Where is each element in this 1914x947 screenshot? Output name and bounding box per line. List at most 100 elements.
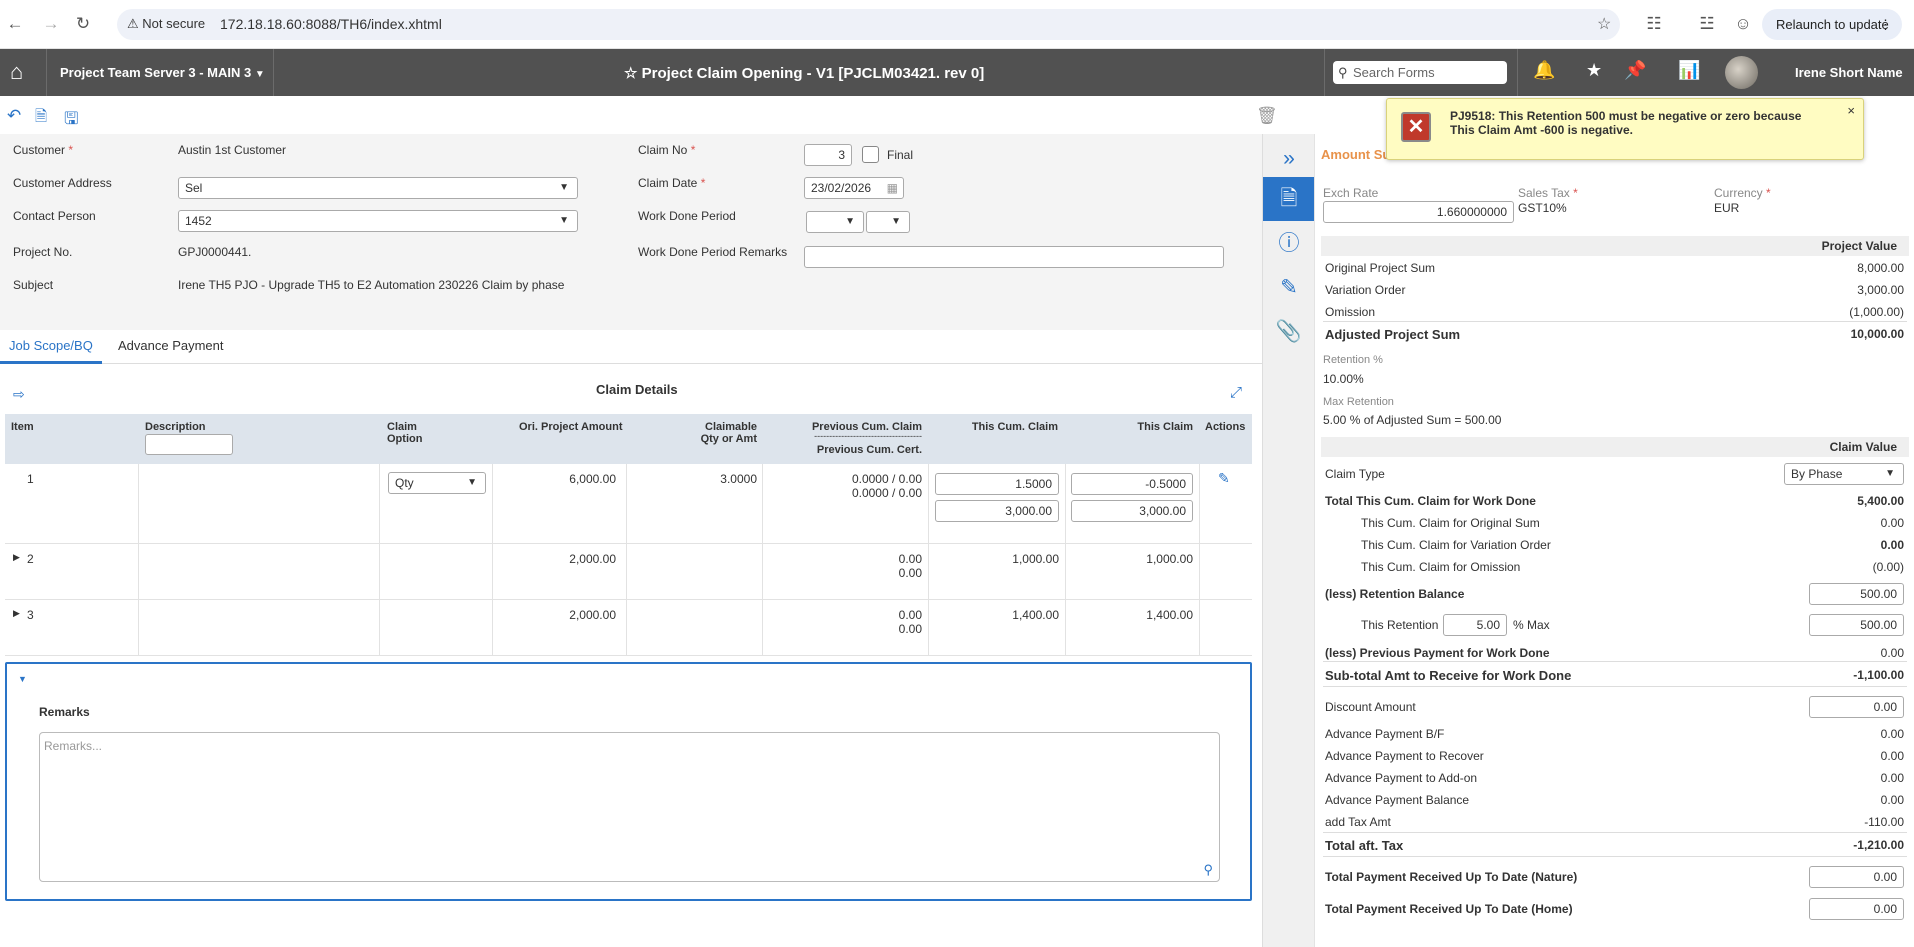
claim-date-value: 23/02/2026 <box>811 181 872 195</box>
col-claimable-1: Claimable <box>705 421 757 433</box>
row-ori-amount: 2,000.00 <box>569 608 616 622</box>
received-home-input[interactable]: 0.00 <box>1809 898 1904 920</box>
remarks-textarea[interactable]: Remarks... ⚲ <box>39 732 1220 882</box>
col-description: Description <box>145 421 206 433</box>
tab-bar: Job Scope/BQ Advance Payment <box>0 330 1262 364</box>
work-done-period-remarks-input[interactable] <box>804 246 1224 268</box>
prev-payment-value: 0.00 <box>1880 646 1904 660</box>
search-forms-input[interactable]: ⚲ Search Forms <box>1333 61 1507 84</box>
customer-address-select[interactable]: Sel ▼ <box>178 177 578 199</box>
chart-icon[interactable]: 📊 <box>1678 60 1700 81</box>
collapse-panel-icon[interactable]: » <box>1263 137 1315 181</box>
amount-summary-icon[interactable]: 🗎 <box>1263 177 1315 221</box>
bookmark-star-icon[interactable]: ☆ <box>1597 14 1611 34</box>
forward-icon[interactable]: → <box>40 13 62 35</box>
extensions-icon[interactable]: ☳ <box>1696 13 1718 35</box>
subtotal-value: -1,100.00 <box>1853 668 1904 682</box>
tab-job-scope[interactable]: Job Scope/BQ <box>0 330 102 364</box>
address-bar[interactable]: ⚠ Not secure 172.18.18.60:8088/TH6/index… <box>117 9 1620 40</box>
retention-balance-input[interactable]: 500.00 <box>1809 583 1904 605</box>
claim-date-input[interactable]: 23/02/2026 ▦ <box>804 177 904 199</box>
tab-advance-payment[interactable]: Advance Payment <box>109 330 233 364</box>
reload-icon[interactable]: ↻ <box>72 13 94 35</box>
calendar-icon[interactable]: ▦ <box>887 178 898 198</box>
export-icon[interactable]: ⇨ <box>13 386 25 403</box>
cum-omission-label: This Cum. Claim for Omission <box>1361 560 1521 574</box>
exch-rate-label: Exch Rate <box>1323 186 1379 200</box>
expand-row-icon[interactable]: ▶ <box>13 608 20 619</box>
expand-row-icon[interactable]: ▶ <box>13 552 20 563</box>
info-icon[interactable]: ⓘ <box>1263 222 1315 266</box>
this-cum-amt-input[interactable]: 3,000.00 <box>935 500 1059 522</box>
this-claim-qty-input[interactable]: -0.5000 <box>1071 473 1193 495</box>
claim-details-title: Claim Details <box>596 382 678 397</box>
favorite-star-icon[interactable]: ☆ <box>624 65 637 82</box>
chevron-down-icon: ▼ <box>467 477 477 488</box>
claim-no-input[interactable]: 3 <box>804 144 852 166</box>
currency-value: EUR <box>1714 201 1740 215</box>
row-prev-claim: 0.0000 / 0.00 <box>851 472 922 486</box>
page-title-text: Project Claim Opening - V1 [PJCLM03421. … <box>641 65 985 82</box>
trash-icon[interactable]: 🗑 <box>1256 106 1278 126</box>
row-item: 3 <box>27 608 34 622</box>
search-icon[interactable]: ⚲ <box>1203 862 1213 878</box>
discount-input[interactable]: 0.00 <box>1809 696 1904 718</box>
save-icon[interactable]: 🖫 <box>64 106 78 135</box>
profile-icon[interactable]: ☺ <box>1732 13 1754 35</box>
undo-icon[interactable]: ↶ <box>7 106 21 126</box>
claim-value-header: Claim Value <box>1321 437 1909 457</box>
back-icon[interactable]: ← <box>4 13 26 35</box>
omission-label: Omission <box>1325 305 1376 319</box>
final-checkbox[interactable] <box>862 146 879 163</box>
description-filter-input[interactable] <box>145 434 233 455</box>
row-this-claim: 1,400.00 <box>1146 608 1193 622</box>
currency-label: Currency * <box>1714 186 1771 200</box>
work-period-from-select[interactable]: ▼ <box>806 211 864 233</box>
attachment-icon[interactable]: 📎 <box>1263 310 1315 354</box>
star-icon[interactable]: ★ <box>1586 60 1602 81</box>
add-tax-label: add Tax Amt <box>1325 815 1391 829</box>
server-label: Project Team Server 3 - MAIN 3 <box>60 65 252 80</box>
row-ori-amount: 2,000.00 <box>569 552 616 566</box>
close-icon[interactable]: × <box>1847 103 1855 118</box>
bell-icon[interactable]: 🔔 <box>1533 60 1555 81</box>
project-no-value: GPJ0000441. <box>178 245 252 259</box>
claim-type-select[interactable]: By Phase ▼ <box>1784 463 1904 485</box>
final-label: Final <box>887 148 914 162</box>
edit-notes-icon[interactable]: ✎ <box>1263 266 1315 310</box>
this-retention-pct-input[interactable]: 5.00 <box>1443 614 1507 636</box>
chevron-down-icon: ▼ <box>845 216 855 227</box>
grid-header: Item Description Claim Option Ori. Proje… <box>5 414 1252 464</box>
received-nature-input[interactable]: 0.00 <box>1809 866 1904 888</box>
prev-payment-label: (less) Previous Payment for Work Done <box>1325 646 1550 660</box>
pin-icon[interactable]: 📌 <box>1624 60 1646 81</box>
this-claim-amt-input[interactable]: 3,000.00 <box>1071 500 1193 522</box>
translate-icon[interactable]: ☷ <box>1643 13 1665 35</box>
home-icon[interactable]: ⌂ <box>10 59 23 85</box>
this-cum-qty-input[interactable]: 1.5000 <box>935 473 1059 495</box>
this-retention-amount-input[interactable]: 500.00 <box>1809 614 1904 636</box>
user-name[interactable]: Irene Short Name <box>1795 65 1903 80</box>
pdf-icon[interactable]: 🗎 <box>35 106 47 131</box>
collapse-icon[interactable]: ▼ <box>18 674 27 684</box>
discount-label: Discount Amount <box>1325 700 1416 714</box>
subject-label: Subject <box>13 278 54 292</box>
not-secure-indicator[interactable]: ⚠ Not secure <box>127 16 205 32</box>
exch-rate-input[interactable]: 1.660000000 <box>1323 201 1514 223</box>
server-selector[interactable]: Project Team Server 3 - MAIN 3 ▼ <box>60 65 265 80</box>
relaunch-button[interactable]: Relaunch to update ⋮ <box>1762 9 1902 40</box>
row-this-cum: 1,400.00 <box>1012 608 1059 622</box>
adjusted-sum-label: Adjusted Project Sum <box>1325 327 1461 342</box>
col-actions: Actions <box>1205 421 1246 433</box>
claim-option-select[interactable]: Qty ▼ <box>388 472 486 494</box>
adv-recover-label: Advance Payment to Recover <box>1325 749 1484 763</box>
edit-icon[interactable]: ✎ <box>1218 470 1230 487</box>
url-text[interactable]: 172.18.18.60:8088/TH6/index.xhtml <box>220 16 442 32</box>
cum-omission-value: (0.00) <box>1872 560 1904 574</box>
work-period-to-select[interactable]: ▼ <box>866 211 910 233</box>
original-sum-value: 8,000.00 <box>1857 261 1904 275</box>
expand-icon[interactable]: ⤢ <box>1230 384 1242 401</box>
contact-person-select[interactable]: 1452 ▼ <box>178 210 578 232</box>
original-sum-label: Original Project Sum <box>1325 261 1436 275</box>
avatar[interactable] <box>1725 56 1758 89</box>
